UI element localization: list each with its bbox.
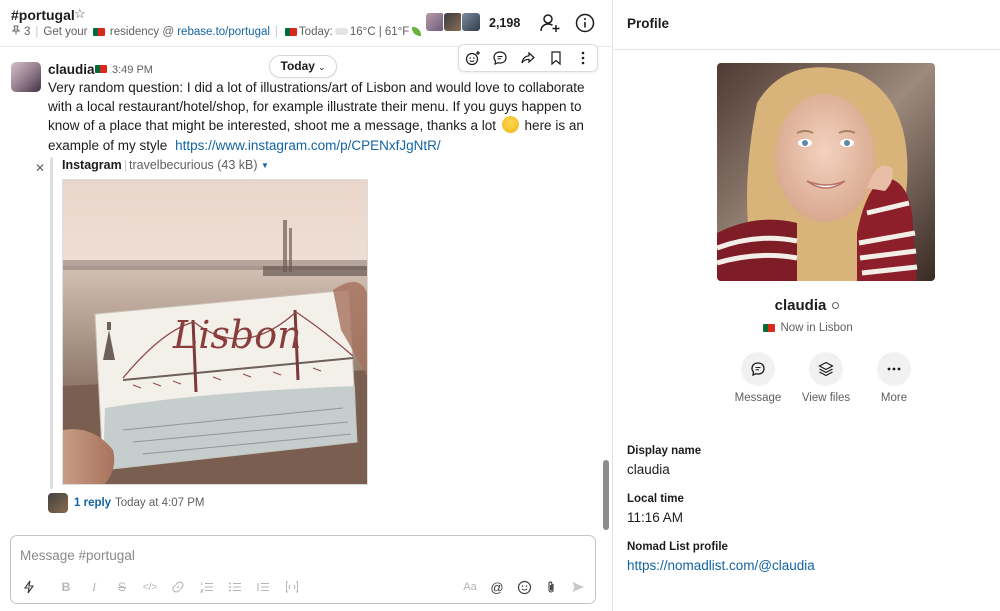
attachment-name[interactable]: travelbecurious (43 kB) bbox=[129, 158, 258, 172]
profile-header: Profile bbox=[614, 0, 1000, 50]
profile-name: claudia bbox=[614, 297, 1000, 314]
add-reaction-icon[interactable] bbox=[463, 48, 483, 68]
message-link[interactable]: https://www.instagram.com/p/CPENxfJgNtR/ bbox=[175, 138, 441, 153]
message-actions-toolbar bbox=[458, 44, 598, 72]
bulleted-list-icon[interactable] bbox=[224, 576, 246, 598]
date-divider-button[interactable]: Today ⌄ bbox=[269, 55, 337, 78]
leaf-icon bbox=[412, 27, 422, 36]
nomad-list-link[interactable]: https://nomadlist.com/@claudia bbox=[627, 558, 815, 573]
display-name-label: Display name bbox=[627, 445, 702, 457]
profile-view-files-label: View files bbox=[801, 392, 851, 404]
profile-more-label: More bbox=[880, 392, 908, 404]
attach-file-icon[interactable] bbox=[540, 576, 562, 598]
message-icon bbox=[741, 352, 775, 386]
profile-message-button[interactable]: Message bbox=[720, 352, 796, 404]
numbered-list-icon[interactable] bbox=[196, 576, 218, 598]
share-icon[interactable] bbox=[518, 48, 538, 68]
reply-thread-icon[interactable] bbox=[490, 48, 510, 68]
presence-away-icon bbox=[832, 302, 840, 309]
profile-status-text: Now in Lisbon bbox=[780, 322, 853, 334]
attachment-image[interactable]: Lisbon bbox=[62, 179, 368, 485]
attachment-image-caption: Lisbon bbox=[172, 313, 302, 357]
info-icon[interactable] bbox=[573, 11, 597, 35]
message-composer: B I S </> Aa @ bbox=[10, 535, 596, 604]
profile-title: Profile bbox=[627, 16, 670, 31]
profile-message-label: Message bbox=[734, 392, 782, 404]
topic-link[interactable]: rebase.to/portugal bbox=[177, 26, 270, 38]
weather-value: 16°C | 61°F bbox=[349, 26, 410, 38]
channel-pane: #portugal ☆ 3 | Get your residency @ rebas… bbox=[0, 0, 613, 611]
member-count[interactable]: 2,198 bbox=[489, 16, 520, 30]
local-time-label: Local time bbox=[627, 493, 684, 505]
send-icon[interactable] bbox=[567, 576, 589, 598]
avatar bbox=[425, 12, 445, 32]
indent-icon[interactable] bbox=[252, 576, 274, 598]
files-icon bbox=[809, 352, 843, 386]
composer-toolbar: B I S </> Aa @ bbox=[11, 576, 595, 600]
more-actions-icon[interactable] bbox=[573, 48, 593, 68]
attachment-bar bbox=[50, 157, 53, 489]
profile-status: Now in Lisbon bbox=[614, 322, 1000, 334]
profile-more-button[interactable]: More bbox=[856, 352, 932, 404]
caret-down-icon[interactable]: ▼ bbox=[261, 161, 269, 170]
avatar bbox=[443, 12, 463, 32]
shortcuts-icon[interactable] bbox=[18, 576, 40, 598]
link-icon[interactable] bbox=[167, 576, 189, 598]
topic-middle: residency @ bbox=[109, 26, 175, 38]
local-time-value: 11:16 AM bbox=[627, 510, 684, 525]
display-name-value: claudia bbox=[627, 462, 670, 477]
bold-icon[interactable]: B bbox=[55, 576, 77, 598]
code-icon[interactable]: </> bbox=[139, 576, 161, 598]
message-author[interactable]: claudia bbox=[48, 62, 95, 77]
channel-name[interactable]: #portugal bbox=[11, 7, 75, 23]
close-icon[interactable]: ✕ bbox=[35, 161, 45, 175]
nomad-list-label: Nomad List profile bbox=[627, 541, 728, 553]
profile-view-files-button[interactable]: View files bbox=[788, 352, 864, 404]
formatting-icon[interactable]: Aa bbox=[459, 576, 481, 598]
profile-photo[interactable] bbox=[717, 63, 935, 281]
thread-reply-count[interactable]: 1 reply bbox=[74, 497, 111, 509]
author-avatar[interactable] bbox=[11, 62, 41, 92]
italic-icon[interactable]: I bbox=[83, 576, 105, 598]
pinned-count[interactable]: 3 bbox=[24, 26, 30, 38]
attachment-source[interactable]: Instagram bbox=[62, 158, 122, 172]
smile-emoji-icon[interactable] bbox=[501, 116, 519, 134]
mention-icon[interactable]: @ bbox=[486, 576, 508, 598]
weather-prefix: Today: bbox=[298, 26, 333, 38]
message-body: Very random question: I did a lot of ill… bbox=[48, 78, 600, 155]
portugal-flag-icon bbox=[95, 65, 107, 73]
message-input[interactable] bbox=[20, 545, 580, 565]
chevron-down-icon: ⌄ bbox=[317, 62, 326, 72]
add-member-icon[interactable] bbox=[538, 11, 562, 35]
channel-header: #portugal ☆ 3 | Get your residency @ rebas… bbox=[0, 0, 612, 47]
profile-name-text: claudia bbox=[774, 297, 827, 314]
portugal-flag-icon bbox=[763, 324, 776, 332]
cloud-icon bbox=[334, 28, 348, 35]
channel-topic: 3 | Get your residency @ rebase.to/portuga… bbox=[11, 25, 422, 38]
portugal-flag-icon bbox=[92, 28, 105, 36]
thread-last-reply: Today at 4:07 PM bbox=[115, 497, 205, 509]
topic-prefix: Get your bbox=[43, 26, 88, 38]
star-icon[interactable]: ☆ bbox=[74, 6, 86, 22]
code-block-icon[interactable] bbox=[281, 576, 303, 598]
message-time[interactable]: 3:49 PM bbox=[112, 64, 153, 76]
avatar bbox=[461, 12, 481, 32]
bookmark-icon[interactable] bbox=[546, 48, 566, 68]
reply-avatar[interactable] bbox=[48, 493, 68, 513]
more-icon bbox=[877, 352, 911, 386]
date-label: Today bbox=[280, 59, 315, 73]
strikethrough-icon[interactable]: S bbox=[111, 576, 133, 598]
emoji-icon[interactable] bbox=[513, 576, 535, 598]
scrollbar-thumb[interactable] bbox=[603, 460, 609, 530]
portugal-flag-icon bbox=[284, 28, 297, 36]
member-avatars[interactable] bbox=[425, 12, 481, 34]
pin-icon[interactable] bbox=[11, 25, 21, 38]
profile-pane: Profile claudia Now in Lisbon Message Vi… bbox=[614, 0, 1000, 611]
